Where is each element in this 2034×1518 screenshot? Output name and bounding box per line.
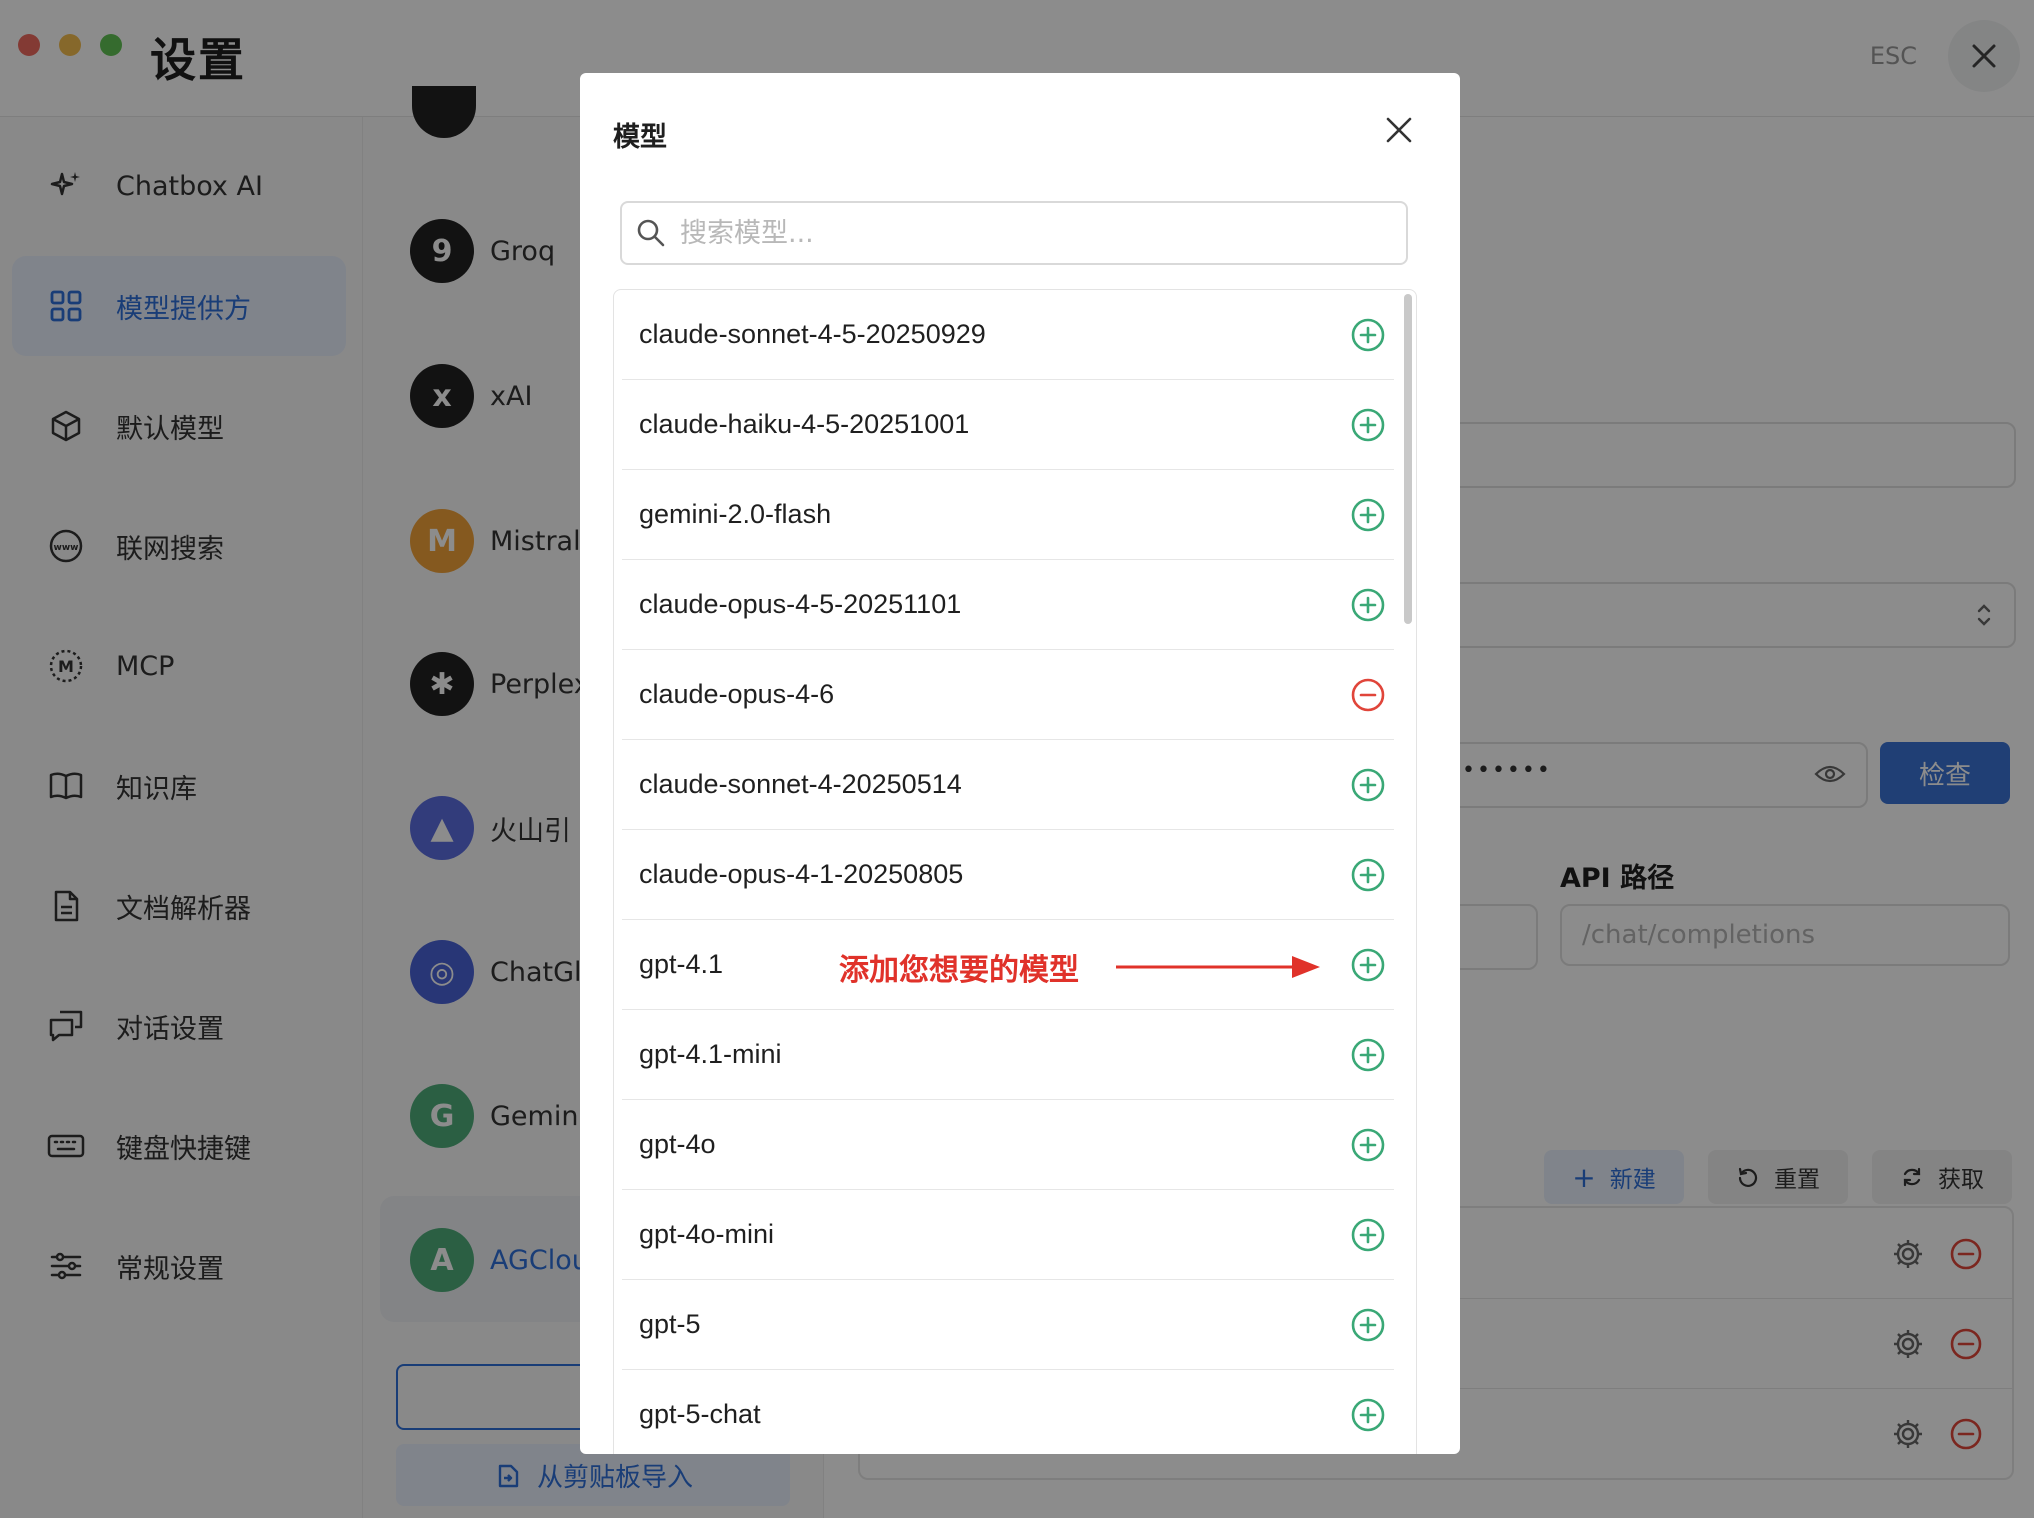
model-name: gemini-2.0-flash [639, 499, 832, 529]
models-dialog: 模型 claude-sonnet-4-5-20250929 claude-haik… [580, 73, 1460, 1454]
add-model-icon[interactable] [1349, 496, 1387, 534]
model-name: claude-opus-4-5-20251101 [639, 589, 962, 619]
add-model-icon[interactable] [1349, 1216, 1387, 1254]
add-model-icon[interactable] [1349, 766, 1387, 804]
model-row: gpt-4o-mini [622, 1190, 1394, 1280]
add-model-icon[interactable] [1349, 1036, 1387, 1074]
annotation-arrow-icon [1116, 956, 1320, 978]
model-row: claude-opus-4-5-20251101 [622, 560, 1394, 650]
model-name: gpt-5 [639, 1309, 701, 1339]
add-model-icon[interactable] [1349, 1126, 1387, 1164]
model-list[interactable]: claude-sonnet-4-5-20250929 claude-haiku-4… [613, 289, 1417, 1454]
model-row: gpt-5 [622, 1280, 1394, 1370]
search-icon [637, 219, 665, 247]
scrollbar-thumb[interactable] [1404, 294, 1412, 624]
model-name: gpt-4.1-mini [639, 1039, 782, 1069]
model-row: gpt-5-chat [622, 1370, 1394, 1454]
add-model-icon[interactable] [1349, 316, 1387, 354]
model-name: claude-haiku-4-5-20251001 [639, 409, 970, 439]
model-name: claude-opus-4-1-20250805 [639, 859, 964, 889]
add-model-icon[interactable] [1349, 856, 1387, 894]
add-model-icon[interactable] [1349, 946, 1387, 984]
add-model-icon[interactable] [1349, 406, 1387, 444]
model-row: claude-opus-4-1-20250805 [622, 830, 1394, 920]
search-input[interactable] [678, 216, 1372, 250]
annotation-text: 添加您想要的模型 [839, 953, 1079, 988]
model-name: claude-opus-4-6 [639, 679, 835, 709]
model-row: gemini-2.0-flash [622, 470, 1394, 560]
model-row: claude-haiku-4-5-20251001 [622, 380, 1394, 470]
model-name: claude-sonnet-4-20250514 [639, 769, 962, 799]
model-row: claude-sonnet-4-5-20250929 [622, 290, 1394, 380]
close-icon [1386, 117, 1412, 143]
add-model-icon[interactable] [1349, 1396, 1387, 1434]
model-row: claude-sonnet-4-20250514 [622, 740, 1394, 830]
model-row: gpt-4o [622, 1100, 1394, 1190]
model-search-box[interactable] [620, 201, 1408, 265]
model-name: gpt-4.1 [639, 949, 724, 979]
remove-model-icon[interactable] [1349, 676, 1387, 714]
dialog-title: 模型 [613, 122, 667, 153]
model-name: claude-sonnet-4-5-20250929 [639, 319, 986, 349]
model-row: claude-opus-4-6 [622, 650, 1394, 740]
model-name: gpt-5-chat [639, 1399, 761, 1429]
add-model-icon[interactable] [1349, 586, 1387, 624]
model-row: gpt-4.1-mini [622, 1010, 1394, 1100]
add-model-icon[interactable] [1349, 1306, 1387, 1344]
dialog-close-button[interactable] [1378, 109, 1420, 151]
model-name: gpt-4o [639, 1129, 716, 1159]
model-name: gpt-4o-mini [639, 1219, 775, 1249]
